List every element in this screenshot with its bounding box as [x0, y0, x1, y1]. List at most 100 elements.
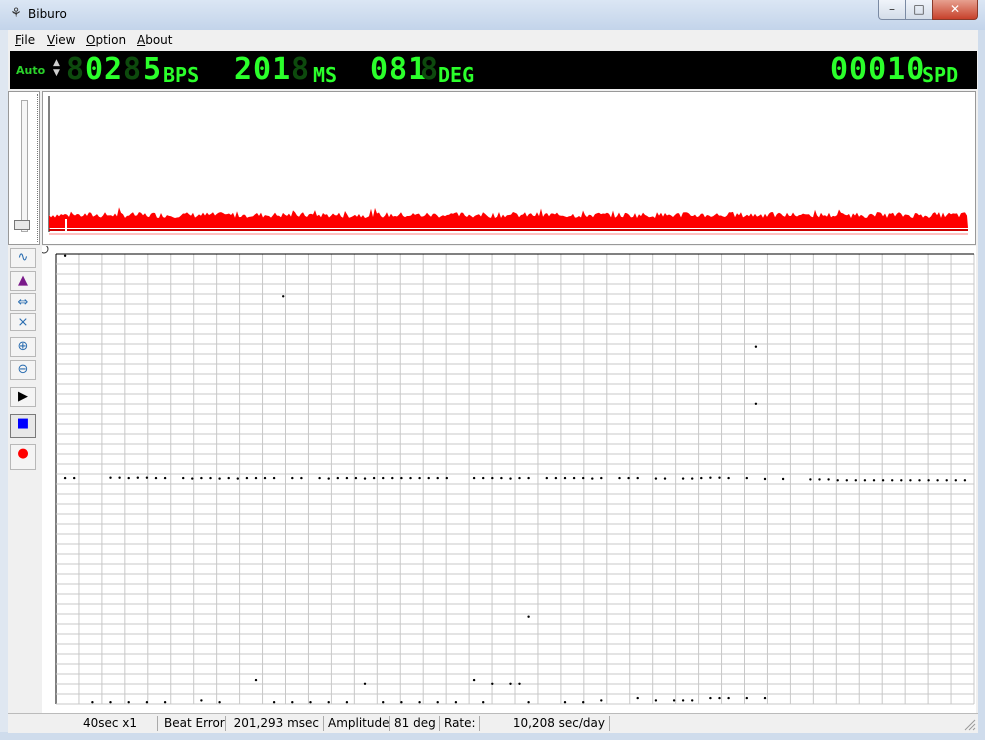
- data-point: [91, 701, 94, 704]
- waveform-svg: [48, 96, 968, 235]
- menu-bar: File View Option About: [8, 30, 978, 50]
- data-point: [245, 476, 249, 480]
- data-point: [663, 477, 667, 480]
- data-point: [582, 701, 585, 704]
- play-button[interactable]: ▶: [10, 387, 36, 407]
- deg-unit: DEG: [438, 63, 475, 87]
- graph-origin-handle[interactable]: [39, 244, 49, 254]
- stop-icon: ■: [16, 416, 30, 431]
- data-point: [291, 701, 294, 704]
- data-point: [136, 476, 139, 479]
- data-point: [672, 699, 676, 702]
- data-point: [418, 476, 421, 480]
- data-point: [300, 476, 303, 480]
- stop-button[interactable]: ■: [10, 414, 36, 438]
- data-point: [118, 476, 121, 479]
- weight-button[interactable]: ▲: [10, 271, 36, 291]
- record-icon: ●: [17, 446, 29, 461]
- data-point: [945, 479, 948, 482]
- data-point: [127, 701, 130, 704]
- data-point: [372, 476, 376, 480]
- window-title: Biburo: [28, 7, 67, 21]
- data-point: [382, 476, 385, 480]
- data-point: [191, 477, 194, 480]
- menu-file[interactable]: File: [15, 33, 35, 47]
- data-point: [363, 477, 367, 480]
- app-logo-icon[interactable]: ⚘: [8, 6, 24, 22]
- data-point: [881, 479, 885, 482]
- data-point: [218, 477, 221, 480]
- data-point: [654, 699, 658, 702]
- menu-about[interactable]: About: [137, 33, 173, 47]
- data-point: [718, 696, 721, 700]
- data-point: [636, 476, 639, 480]
- gain-slider[interactable]: [8, 91, 40, 245]
- shrink-button[interactable]: ⨯: [10, 313, 36, 331]
- expand-horizontal-button[interactable]: ⇔: [10, 293, 36, 311]
- zoom-in-button[interactable]: ⊕: [10, 337, 36, 357]
- data-point: [109, 476, 112, 479]
- data-point: [327, 701, 330, 704]
- data-point: [600, 476, 603, 480]
- close-icon[interactable]: ✕: [932, 0, 978, 20]
- data-point: [200, 476, 203, 480]
- data-point: [591, 477, 594, 480]
- status-timebase: 40sec x1: [8, 716, 158, 731]
- data-point: [681, 699, 685, 702]
- data-point: [482, 476, 485, 480]
- data-point: [727, 476, 730, 480]
- slider-thumb[interactable]: [14, 220, 30, 230]
- resize-grip-icon[interactable]: [964, 719, 976, 731]
- data-point: [754, 345, 758, 348]
- menu-view-rest: iew: [54, 33, 76, 47]
- data-point: [345, 476, 349, 480]
- data-point: [263, 476, 267, 480]
- menu-option-rest: ption: [95, 33, 127, 47]
- data-point: [963, 479, 967, 482]
- maximize-icon[interactable]: □: [905, 0, 933, 20]
- data-point: [700, 476, 703, 480]
- data-point: [254, 476, 258, 480]
- data-point: [636, 696, 639, 700]
- data-point: [691, 699, 694, 702]
- data-point: [572, 476, 576, 480]
- data-point: [491, 476, 494, 480]
- data-point: [154, 476, 158, 480]
- zoom-out-button[interactable]: ⊖: [10, 360, 36, 380]
- data-point: [236, 477, 239, 480]
- data-point: [491, 682, 494, 685]
- data-point: [436, 476, 439, 480]
- play-icon: ▶: [18, 389, 28, 404]
- weight-icon: ▲: [18, 273, 28, 288]
- wave-button[interactable]: ∿: [10, 248, 36, 268]
- timegraph-panel: [39, 244, 976, 714]
- lcd-display: Auto ▲ ▼ 8 02 8 5 BPS 201 8 MS 081 8 DEG …: [10, 51, 977, 89]
- data-point: [563, 701, 567, 704]
- data-point: [600, 699, 603, 702]
- record-button[interactable]: ●: [10, 444, 36, 470]
- data-point: [709, 696, 712, 700]
- menu-view[interactable]: View: [47, 33, 75, 47]
- minimize-icon[interactable]: –: [878, 0, 906, 20]
- lcd-dim-digit: 8: [66, 52, 86, 87]
- data-point: [291, 476, 294, 480]
- auto-mode-label[interactable]: Auto: [16, 64, 45, 77]
- data-point: [509, 682, 512, 685]
- data-point: [754, 402, 758, 405]
- wave-icon: ∿: [17, 250, 29, 265]
- data-point: [163, 701, 167, 704]
- data-point: [518, 682, 521, 685]
- data-point: [254, 678, 258, 682]
- data-point: [145, 701, 149, 704]
- status-bar: 40sec x1 Beat Error: 201,293 msec Amplit…: [8, 713, 978, 733]
- zoom-out-icon: ⊖: [17, 362, 29, 377]
- data-point: [354, 476, 358, 480]
- menu-view-mnemonic: V: [47, 33, 55, 47]
- data-point: [854, 479, 857, 482]
- data-point: [763, 696, 767, 700]
- mode-spin-icon[interactable]: ▲ ▼: [53, 58, 60, 78]
- bps-value: 02: [85, 52, 124, 87]
- data-point: [936, 479, 939, 482]
- data-point: [127, 476, 130, 480]
- menu-option[interactable]: Option: [86, 33, 126, 47]
